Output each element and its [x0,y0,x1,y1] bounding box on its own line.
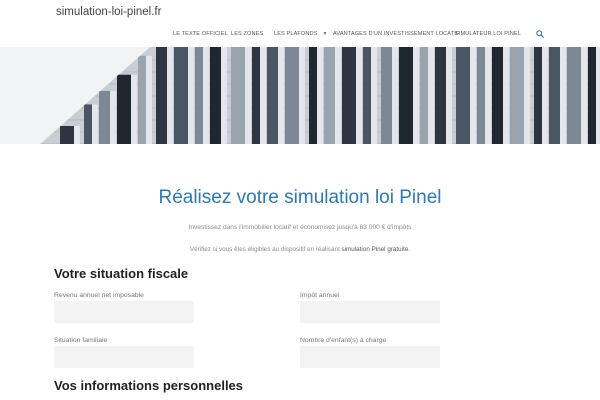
nav-item-texte-officiel[interactable]: LE TEXTE OFFICIEL [173,31,228,37]
hero-banner [0,47,600,144]
nav-item-avantages[interactable]: AVANTAGES D'UN INVESTISSEMENT LOCATIF [333,31,459,37]
nav-item-plafonds[interactable]: LES PLAFONDS ▼ [274,31,328,37]
situation-input[interactable] [54,346,194,368]
chevron-down-icon: ▼ [322,31,328,37]
nav-item-plafonds-label: LES PLAFONDS [274,31,318,37]
field-label-revenu: Revenu annuel net imposable [54,292,144,299]
intro-strong: simulation Pinel gratuite [341,246,409,253]
search-icon[interactable] [536,30,544,38]
site-title[interactable]: simulation-loi-pinel.fr [56,6,161,18]
intro-suffix: . [408,246,411,253]
nav-item-simulateur[interactable]: SIMULATEUR LOI PINEL [455,31,521,37]
tagline: Investissez dans l'immobilier locatif et… [188,224,412,231]
enfants-input[interactable] [300,346,440,368]
section-title-personal: Vos informations personnelles [54,378,244,393]
section-title-fiscal: Votre situation fiscale [54,266,189,281]
intro-text: Vérifiez si vous êtes éligibles au dispo… [0,246,600,253]
nav-item-zones[interactable]: LES ZONES [231,31,263,37]
impot-input[interactable] [300,301,440,323]
field-label-enfants: Nombre d'enfant(s) à charge [300,337,387,344]
field-label-impot: Impôt annuel [300,292,340,299]
building-facade-image [0,47,600,144]
page-title: Réalisez votre simulation loi Pinel [158,187,442,208]
main-nav: LE TEXTE OFFICIEL LES ZONES LES PLAFONDS… [0,31,600,41]
intro-prefix: Vérifiez si vous êtes éligibles au dispo… [189,246,340,253]
revenu-input[interactable] [54,301,194,323]
field-label-situation: Situation familiale [54,337,108,344]
